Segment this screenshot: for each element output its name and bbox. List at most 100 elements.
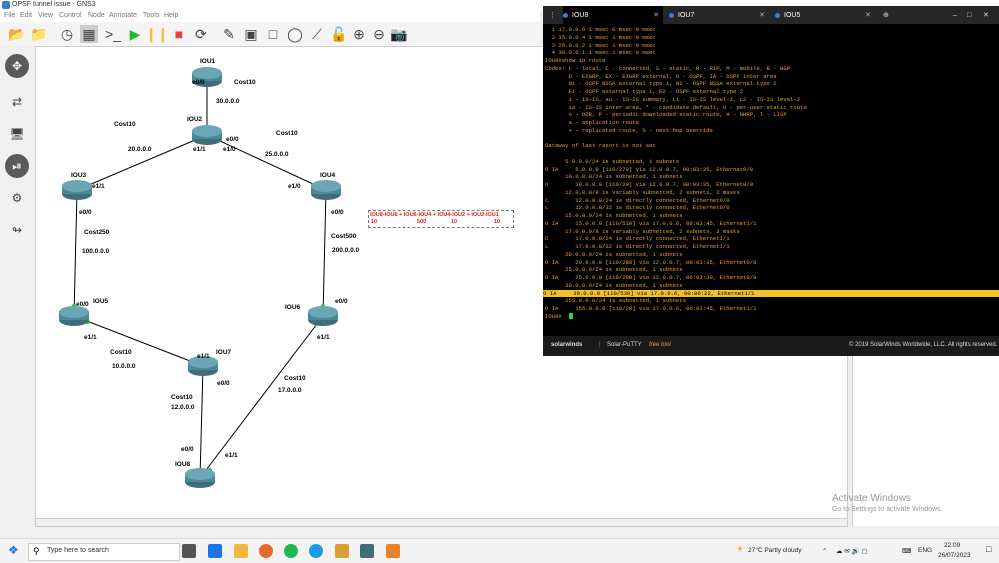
terminal-line: O IA 30.0.0.0 [110/530] via 17.0.0.6, 00… xyxy=(543,289,999,297)
terminal-line: 30.0.0.0/24 is subnetted, 1 subnets xyxy=(545,281,683,289)
topology-links xyxy=(59,67,341,488)
menu-dots-icon[interactable]: ⋮ xyxy=(549,6,559,24)
app-icon[interactable] xyxy=(335,544,349,558)
terminal-line: O IA 20.0.0.0 [110/280] via 12.0.0.7, 00… xyxy=(545,258,757,266)
solarwinds-logo: solarwinds xyxy=(551,342,583,348)
terminal-line: o - ODR, P - periodic downloaded static … xyxy=(545,111,787,119)
close-icon: ✕ xyxy=(759,12,765,19)
port-label: e0/0 xyxy=(79,209,92,216)
router-iou3-icon xyxy=(62,180,92,200)
activation-watermark: Activate Windows xyxy=(832,493,911,504)
link-iou5-iou7 xyxy=(73,315,204,367)
store-app-icon[interactable] xyxy=(208,544,222,558)
router-iou8-label[interactable]: IOU8 xyxy=(175,461,190,468)
terminal-line: O IA 25.0.0.0 [110/290] via 12.0.0.7, 00… xyxy=(545,274,757,281)
weather-text[interactable]: 27°C Partly cloudy xyxy=(748,547,802,554)
router-iou2-label[interactable]: IOU2 xyxy=(187,116,202,123)
port-label: e1/1 xyxy=(225,452,238,459)
terminal-line: + - replicated route, % - next hop overr… xyxy=(545,126,713,134)
terminal-line: 17.0.0.0/8 is variably subnetted, 2 subn… xyxy=(545,227,740,235)
keyboard-icon[interactable]: ⌨ xyxy=(902,547,911,555)
link-cost-label: Cost10 xyxy=(171,394,193,401)
activation-watermark-sub: Go to Settings to activate Windows. xyxy=(832,506,943,513)
taskbar-search[interactable]: ⚲ Type here to search xyxy=(28,543,180,561)
terminal-line: Codes: L - local, C - connected, S - sta… xyxy=(545,64,791,72)
router-iou5-icon xyxy=(59,306,89,326)
link-network-label: 30.0.0.0 xyxy=(216,98,240,105)
router-iou5-label[interactable]: IOU5 xyxy=(93,298,108,305)
link-iou2-iou3 xyxy=(76,134,208,191)
link-iou3-iou5 xyxy=(73,189,78,317)
link-network-label: 20.0.0.0 xyxy=(128,146,152,153)
taskbar: ❖ ⚲ Type here to search ☀ 27°C Partly cl… xyxy=(0,538,999,563)
terminal-line: C 12.0.0.0/24 is directly connected, Eth… xyxy=(545,196,730,204)
file-explorer-icon[interactable] xyxy=(234,544,248,558)
terminal-line: IOU8# xyxy=(545,312,562,320)
add-tab-icon[interactable]: ⊕ xyxy=(883,6,895,24)
terminal-line: C 17.0.0.0/24 is directly connected, Eth… xyxy=(545,235,730,243)
task-view-icon[interactable] xyxy=(182,544,196,558)
tab-iou8[interactable]: IOU8 ✕ xyxy=(563,6,663,24)
link-network-label: 12.0.0.0 xyxy=(171,404,195,411)
blender-app-icon[interactable] xyxy=(259,544,273,558)
close-window-icon[interactable]: ✕ xyxy=(983,6,993,24)
note-cost: 10 xyxy=(451,219,458,225)
terminal-tab-bar: ⋮ IOU8 ✕ IOU7 ✕ IOU5 ✕ ⊕ – □ ✕ xyxy=(543,6,999,24)
gns3-taskbar-icon[interactable] xyxy=(360,544,374,558)
note-cost: 10 xyxy=(494,219,501,225)
link-cost-label: Cost10 xyxy=(276,130,298,137)
terminal-line: N1 - OSPF NSSA external type 1, N2 - OSP… xyxy=(545,80,777,88)
tray-chevron-icon[interactable]: ⌃ xyxy=(822,547,827,555)
port-label: e1/1 xyxy=(197,353,210,360)
minimize-icon[interactable]: – xyxy=(953,6,963,24)
terminal-status-bar: solarwinds | Solar-PuTTY free tool © 201… xyxy=(543,336,999,356)
weather-icon: ☀ xyxy=(736,544,745,554)
terminal-line: ia - IS-IS inter area, * - candidate def… xyxy=(545,103,807,111)
tab-iou5[interactable]: IOU5 ✕ xyxy=(775,6,875,24)
router-iou6-icon xyxy=(308,306,338,326)
link-cost-label: Cost10 xyxy=(114,121,136,128)
link-cost-label: Cost10 xyxy=(110,349,132,356)
router-icons xyxy=(59,67,341,488)
start-windows-icon[interactable]: ❖ xyxy=(8,543,22,557)
link-cost-label: Cost250 xyxy=(84,229,110,236)
copyright: © 2019 SolarWinds Worldwide, LLC. All ri… xyxy=(849,342,998,348)
port-label: e0/0 xyxy=(217,380,230,387)
language-indicator[interactable]: ENG xyxy=(918,547,932,554)
close-icon: ✕ xyxy=(865,12,871,19)
router-iou3-label[interactable]: IOU3 xyxy=(71,172,86,179)
path-cost-note[interactable]: IOU8-IOU6 + IOU6-IOU4 + IOU4-IOU2 + IOU2… xyxy=(368,210,514,228)
tray-icons[interactable]: ☁ ✉ 🔊 ▢ xyxy=(836,547,868,555)
tab-iou7[interactable]: IOU7 ✕ xyxy=(669,6,769,24)
terminal-line: 2 15.0.0.4 1 msec 1 msec 0 msec xyxy=(545,33,656,41)
router-iou2-icon xyxy=(192,125,222,145)
router-iou8-icon xyxy=(185,468,215,488)
terminal-output[interactable]: 1 17.0.0.6 1 msec 0 msec 0 msec 2 15.0.0… xyxy=(543,24,999,334)
maximize-icon[interactable]: □ xyxy=(967,6,977,24)
terminal-line: a - application route xyxy=(545,119,639,126)
clock-time[interactable]: 22:09 xyxy=(944,542,960,549)
router-iou7-label[interactable]: IOU7 xyxy=(216,349,231,356)
terminal-line: 155.0.0.0/24 is subnetted, 1 subnets xyxy=(545,297,686,305)
spotify-app-icon[interactable] xyxy=(284,544,298,558)
terminal-line: O IA 155.0.0.0 [110/20] via 17.0.0.6, 00… xyxy=(545,305,757,312)
router-iou4-label[interactable]: IOU4 xyxy=(320,172,335,179)
clock-date[interactable]: 26/07/2023 xyxy=(938,552,971,559)
terminal-line: 12.0.0.0/8 is variably subnetted, 2 subn… xyxy=(545,188,740,196)
terminal-line: IOU8#show ip route xyxy=(545,57,606,64)
edge-browser-icon[interactable] xyxy=(309,544,323,558)
link-iou6-iou8 xyxy=(199,315,324,479)
note-path: IOU8-IOU6 + IOU6-IOU4 + IOU4-IOU2 + IOU2… xyxy=(370,212,499,218)
terminal-line: E1 - OSPF external type 1, E2 - OSPF ext… xyxy=(545,88,744,95)
router-iou1-label[interactable]: IOU1 xyxy=(200,58,215,65)
terminal-line: 20.0.0.0/24 is subnetted, 1 subnets xyxy=(545,250,683,258)
notification-icon[interactable]: □ xyxy=(986,544,991,554)
terminal-window[interactable]: ⋮ IOU8 ✕ IOU7 ✕ IOU5 ✕ ⊕ – □ ✕ 1 17.0.0.6 1… xyxy=(543,6,999,356)
terminal-line: O 10.0.0.0 [110/20] via 12.0.0.7, 00:03:… xyxy=(545,181,754,188)
link-cost-label: Cost500 xyxy=(331,233,357,240)
close-icon: ✕ xyxy=(653,12,659,19)
port-label: e0/0 xyxy=(181,446,194,453)
router-iou6-label[interactable]: IOU6 xyxy=(285,304,300,311)
terminal-line: L 17.0.0.8/32 is directly connected, Eth… xyxy=(545,243,730,250)
solar-putty-taskbar-icon[interactable] xyxy=(386,544,400,558)
